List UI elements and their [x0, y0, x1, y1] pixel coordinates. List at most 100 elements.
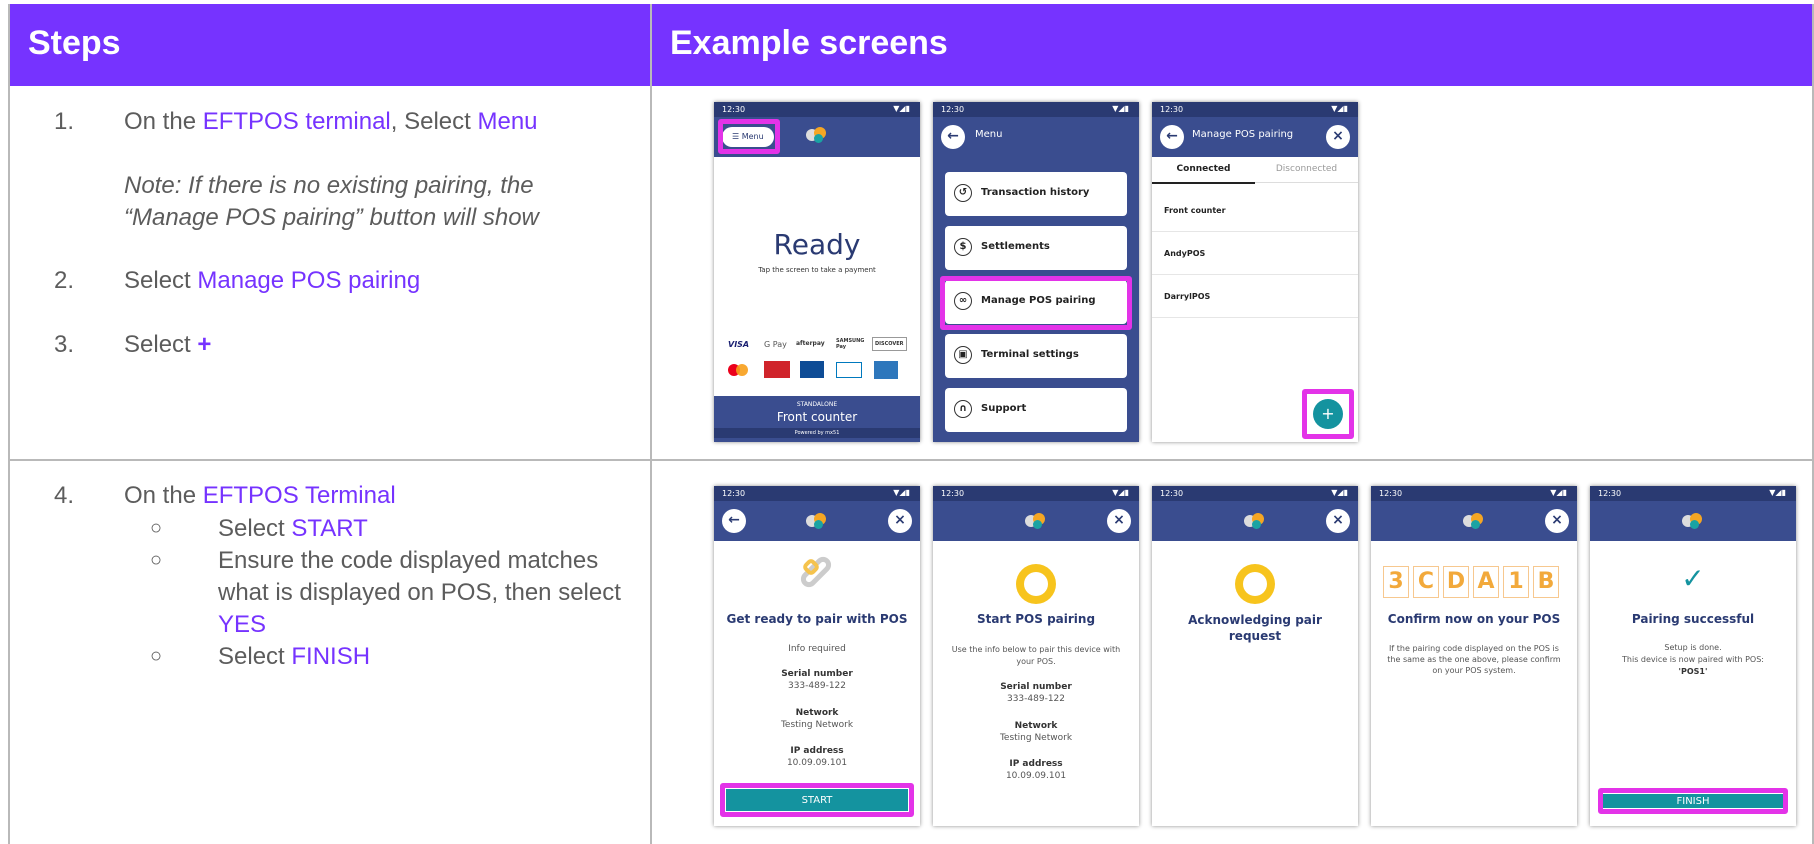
- screen-start-pairing: 12:30 ▼◢▮ × Start POS pairing Use the inf…: [933, 486, 1139, 826]
- status-bar: 12:30 ▼◢▮: [933, 486, 1139, 501]
- bullet-icon: ○: [150, 517, 163, 539]
- start-highlight: [720, 783, 914, 817]
- step-text: , Select: [390, 108, 478, 135]
- network-label: Network: [795, 708, 839, 718]
- success-desc: This device is now paired with POS:: [1622, 655, 1764, 664]
- terminal-icon: ▣: [954, 346, 972, 364]
- tab-disconnected[interactable]: Disconnected: [1255, 164, 1358, 183]
- finish-link[interactable]: FINISH: [291, 643, 370, 670]
- status-bar: 12:30 ▼◢▮: [1371, 486, 1577, 501]
- start-pairing-desc: Use the info below to pair this device w…: [951, 645, 1121, 666]
- network-value: Testing Network: [999, 733, 1073, 743]
- nav-bar: ×: [933, 501, 1139, 541]
- close-icon[interactable]: ×: [1545, 509, 1569, 533]
- nav-bar: ← Manage POS pairing ×: [1152, 117, 1358, 157]
- code-digit: D: [1443, 566, 1469, 598]
- back-arrow-icon[interactable]: ←: [722, 509, 746, 533]
- serial-label: Serial number: [781, 669, 853, 679]
- history-icon: ↺: [954, 184, 972, 202]
- status-bar: 12:30 ▼◢▮: [714, 102, 920, 117]
- step-text: Select: [124, 267, 198, 294]
- paired-pos-name: 'POS1': [1678, 667, 1708, 676]
- status-bar: 12:30 ▼◢▮: [1152, 102, 1358, 117]
- start-link[interactable]: START: [291, 515, 367, 542]
- info-required: Info required: [788, 644, 846, 654]
- screen-ready: 12:30 ▼◢▮ ☰ Menu Ready Tap the screen to …: [714, 102, 920, 442]
- clock-icon: [1016, 564, 1056, 604]
- tab-connected[interactable]: Connected: [1152, 164, 1255, 184]
- brand-logo-icon: [1244, 513, 1266, 529]
- status-bar: 12:30 ▼◢▮: [933, 102, 1139, 117]
- manage-pos-pairing-link[interactable]: Manage POS pairing: [197, 267, 420, 294]
- back-arrow-icon[interactable]: ←: [941, 125, 965, 149]
- ip-value: 10.09.09.101: [786, 758, 848, 768]
- menu-item-support[interactable]: ∩ Support: [945, 388, 1127, 432]
- screen-menu: 12:30 ▼◢▮ ← Menu ↺ Transaction history $ Se…: [933, 102, 1139, 442]
- nav-bar: ← ×: [714, 501, 920, 541]
- code-digit: 3: [1383, 566, 1409, 598]
- table-header: Steps Example screens: [10, 4, 1812, 86]
- substep-finish: ○ Select FINISH: [10, 641, 650, 673]
- code-digit: 1: [1503, 566, 1529, 598]
- manage-title: Manage POS pairing: [1192, 129, 1294, 140]
- step-number: 2.: [54, 267, 75, 294]
- close-icon[interactable]: ×: [888, 509, 912, 533]
- acknowledging-title: Acknowledging pair request: [1188, 613, 1322, 643]
- menu-item-settlements[interactable]: $ Settlements: [945, 226, 1127, 270]
- status-bar: 12:30 ▼◢▮: [1590, 486, 1796, 501]
- add-pairing-button[interactable]: +: [1313, 399, 1343, 429]
- manage-pairing-highlight: [940, 276, 1132, 330]
- brand-logo-icon: [1463, 513, 1485, 529]
- close-icon[interactable]: ×: [1326, 125, 1350, 149]
- clock-icon: [1235, 564, 1275, 604]
- screen-acknowledging: 12:30 ▼◢▮ × Acknowledging pair request: [1152, 486, 1358, 826]
- substep-text: Select: [218, 643, 292, 670]
- column-divider: [650, 4, 652, 844]
- menu-title: Menu: [975, 129, 1003, 140]
- success-desc: Setup is done.: [1664, 643, 1722, 652]
- pairing-list-item[interactable]: DarrylPOS: [1152, 275, 1358, 318]
- yes-link[interactable]: YES: [218, 611, 266, 638]
- link-chain-icon: [797, 553, 835, 591]
- back-arrow-icon[interactable]: ←: [1160, 125, 1184, 149]
- finish-highlight: [1598, 788, 1788, 814]
- step-text: Select: [124, 331, 198, 358]
- menu-highlight: [718, 119, 780, 154]
- substep-confirm: ○ Ensure the code displayed matches what…: [10, 545, 650, 641]
- success-title: Pairing successful: [1631, 612, 1755, 626]
- menu-item-terminal-settings[interactable]: ▣ Terminal settings: [945, 334, 1127, 378]
- substep-text: Ensure the code displayed matches what i…: [218, 547, 621, 606]
- network-label: Network: [1014, 721, 1058, 731]
- confirm-title: Confirm now on your POS: [1387, 612, 1561, 626]
- ip-label: IP address: [1009, 759, 1063, 769]
- pairing-list-item[interactable]: AndyPOS: [1152, 232, 1358, 275]
- headset-icon: ∩: [954, 400, 972, 418]
- serial-value: 333-489-122: [1006, 694, 1066, 704]
- status-bar: 12:30 ▼◢▮: [714, 486, 920, 501]
- close-icon[interactable]: ×: [1107, 509, 1131, 533]
- ready-title: Ready: [773, 228, 861, 261]
- step-number: 3.: [54, 331, 75, 358]
- settlements-icon: $: [954, 238, 972, 256]
- pairing-note: Note: If there is no existing pairing, t…: [124, 172, 539, 231]
- brand-logo-icon: [806, 127, 828, 143]
- plus-icon: +: [197, 331, 212, 358]
- pairing-list-item[interactable]: Front counter: [1152, 189, 1358, 232]
- step-text: On the: [124, 482, 203, 509]
- eftpos-terminal-link[interactable]: EFTPOS Terminal: [203, 482, 396, 509]
- ip-value: 10.09.09.101: [1005, 771, 1067, 781]
- confirm-desc: If the pairing code displayed on the POS…: [1387, 644, 1561, 675]
- network-value: Testing Network: [780, 720, 854, 730]
- nav-bar: ×: [1152, 501, 1358, 541]
- code-digit: B: [1533, 566, 1559, 598]
- screen-confirm: 12:30 ▼◢▮ × 3 C D A 1 B Confirm now on yo…: [1371, 486, 1577, 826]
- status-bar: 12:30 ▼◢▮: [1152, 486, 1358, 501]
- close-icon[interactable]: ×: [1326, 509, 1350, 533]
- step-number: 1.: [54, 108, 75, 135]
- brand-logo-icon: [1025, 513, 1047, 529]
- menu-link[interactable]: Menu: [477, 108, 537, 135]
- ip-label: IP address: [790, 746, 844, 756]
- substep-text: Select: [218, 515, 292, 542]
- eftpos-terminal-link[interactable]: EFTPOS terminal: [203, 108, 391, 135]
- menu-item-transaction-history[interactable]: ↺ Transaction history: [945, 172, 1127, 216]
